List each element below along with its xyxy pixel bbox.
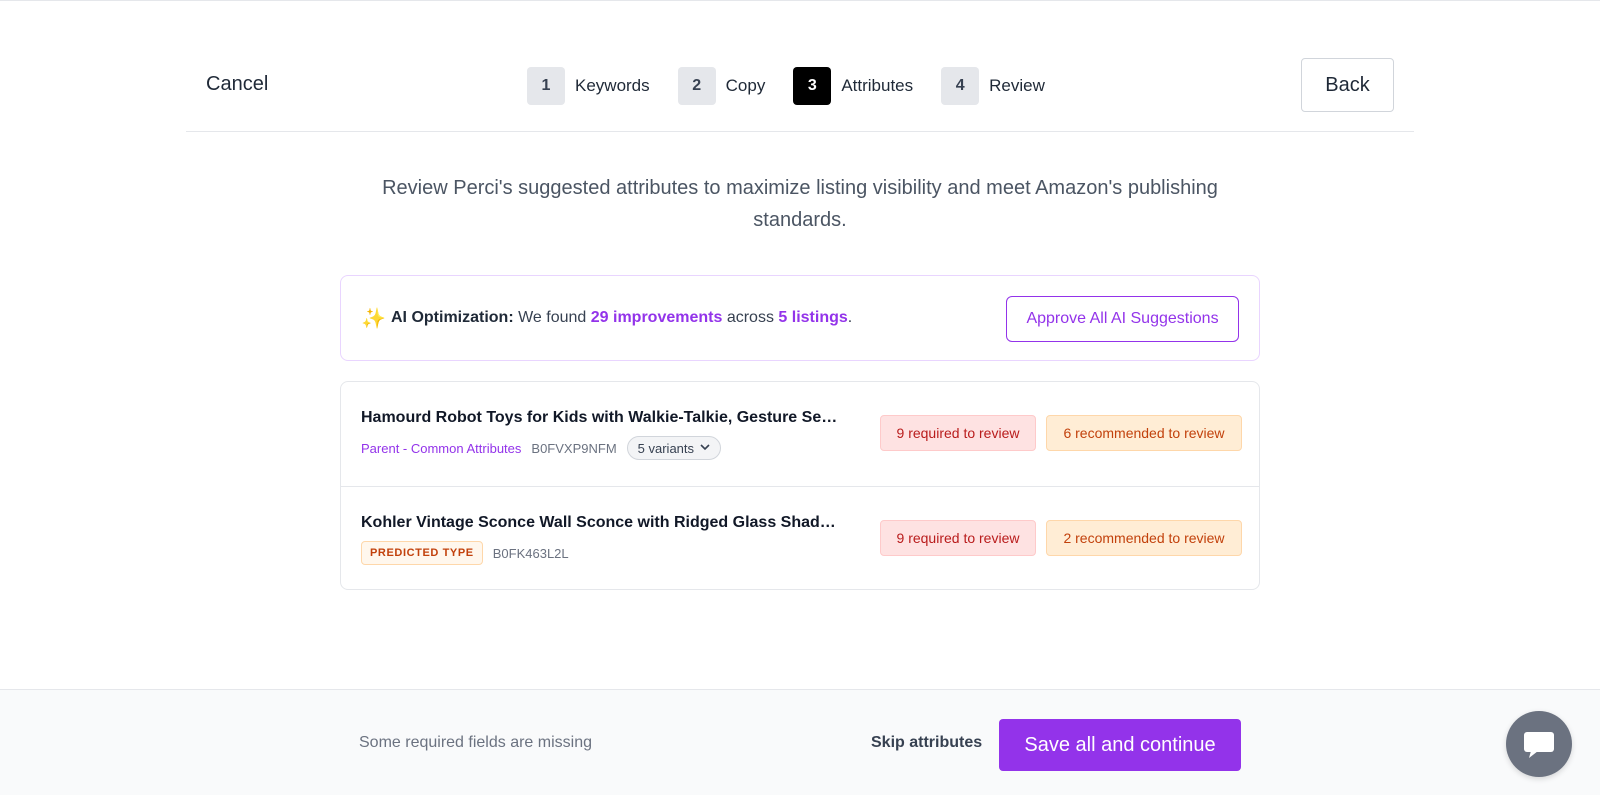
- intro-text: Review Perci's suggested attributes to m…: [382, 177, 1218, 231]
- asin: B0FVXP9NFM: [531, 440, 617, 456]
- step-keywords[interactable]: 1 Keywords: [527, 66, 650, 105]
- ai-optimization-banner: ✨ AI Optimization: We found 29 improveme…: [340, 275, 1260, 361]
- save-continue-button[interactable]: Save all and continue: [999, 719, 1241, 771]
- step-review[interactable]: 4 Review: [941, 66, 1045, 105]
- required-badge[interactable]: 9 required to review: [880, 520, 1036, 556]
- listing-meta: PREDICTED TYPE B0FK463L2L: [361, 541, 579, 565]
- stepper: 1 Keywords 2 Copy 3 Attributes 4 Review: [527, 66, 1045, 105]
- skip-attributes-button[interactable]: Skip attributes: [871, 734, 982, 752]
- required-badge[interactable]: 9 required to review: [880, 415, 1036, 451]
- ai-text-3: .: [847, 309, 853, 326]
- step-label: Keywords: [575, 75, 650, 95]
- step-number: 4: [941, 66, 980, 105]
- approve-all-button[interactable]: Approve All AI Suggestions: [1006, 296, 1239, 342]
- chat-icon[interactable]: [1506, 711, 1572, 777]
- chevron-down-icon: [700, 443, 710, 454]
- sparkles-icon: ✨: [361, 308, 386, 330]
- listing-item[interactable]: Hamourd Robot Toys for Kids with Walkie-…: [341, 382, 1259, 486]
- back-button[interactable]: Back: [1301, 58, 1394, 112]
- step-attributes[interactable]: 3 Attributes: [793, 66, 914, 105]
- step-number: 2: [677, 66, 716, 105]
- variants-dropdown[interactable]: 5 variants: [626, 436, 722, 460]
- step-label: Attributes: [841, 75, 914, 95]
- ai-summary: AI Optimization: We found 29 improvement…: [391, 309, 852, 327]
- recommended-badge[interactable]: 6 recommended to review: [1046, 415, 1242, 451]
- predicted-type-badge: PREDICTED TYPE: [361, 541, 483, 565]
- missing-fields-text: Some required fields are missing: [359, 734, 592, 751]
- listings-list: Hamourd Robot Toys for Kids with Walkie-…: [340, 381, 1260, 590]
- ai-label: AI Optimization:: [391, 309, 514, 326]
- step-label: Copy: [725, 75, 766, 95]
- step-copy[interactable]: 2 Copy: [677, 66, 766, 105]
- asin: B0FK463L2L: [492, 545, 569, 561]
- listing-meta: Parent - Common Attributes B0FVXP9NFM 5 …: [361, 436, 722, 460]
- listing-title: Hamourd Robot Toys for Kids with Walkie-…: [361, 409, 839, 426]
- recommended-badge[interactable]: 2 recommended to review: [1046, 520, 1242, 556]
- cancel-button[interactable]: Cancel: [206, 73, 268, 96]
- ai-text-1: We found: [518, 309, 587, 326]
- step-label: Review: [989, 75, 1045, 95]
- ai-text-2: across: [726, 309, 774, 326]
- step-number: 1: [527, 66, 565, 105]
- improvements-count: 29 improvements: [590, 309, 723, 326]
- step-number: 3: [793, 66, 832, 105]
- footer-bar: Some required fields are missing Skip at…: [0, 689, 1600, 795]
- variants-label: 5 variants: [637, 440, 695, 456]
- parent-attributes-link[interactable]: Parent - Common Attributes: [361, 441, 521, 456]
- listing-title: Kohler Vintage Sconce Wall Sconce with R…: [361, 514, 839, 531]
- listing-item[interactable]: Kohler Vintage Sconce Wall Sconce with R…: [341, 486, 1259, 589]
- wizard-header: Cancel 1 Keywords 2 Copy 3 Attributes 4 …: [186, 1, 1414, 132]
- listings-count: 5 listings: [778, 309, 848, 326]
